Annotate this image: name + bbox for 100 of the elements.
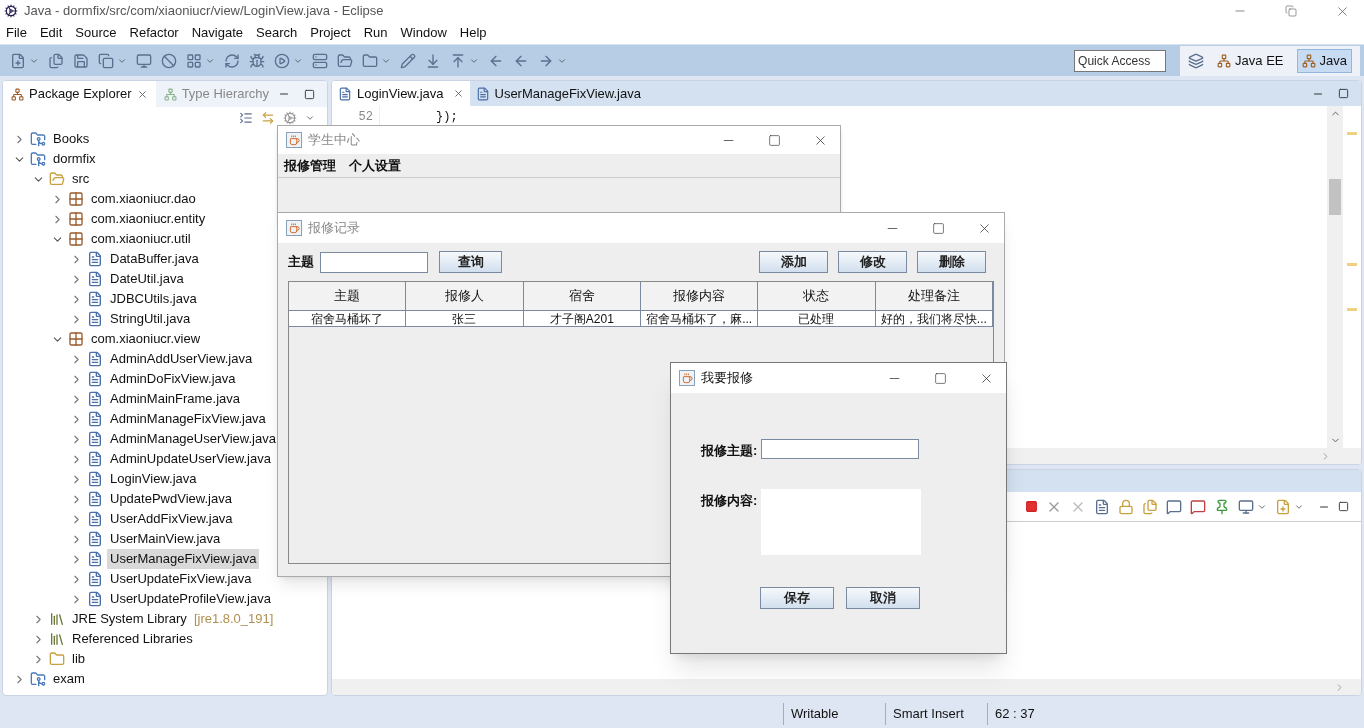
- open-folder-icon[interactable]: [337, 52, 353, 69]
- maximize-icon[interactable]: [934, 371, 947, 385]
- table-cell[interactable]: 好的，我们将尽快...: [875, 311, 993, 327]
- menu-item[interactable]: 报修管理: [284, 155, 336, 176]
- tree-item[interactable]: AdminDoFixView.java: [107, 369, 239, 389]
- tree-item[interactable]: lib: [69, 649, 88, 669]
- java-file-icon: [87, 531, 103, 547]
- tree-item[interactable]: JRE System Library: [69, 609, 190, 629]
- maximize-icon[interactable]: [932, 221, 945, 235]
- editor-tab[interactable]: LoginView.java: [332, 81, 470, 106]
- table-cell[interactable]: 已处理: [758, 311, 876, 327]
- warning-marker[interactable]: [1347, 263, 1357, 266]
- menu-item[interactable]: Help: [459, 23, 487, 43]
- new-files-icon[interactable]: [48, 52, 64, 69]
- tree-item[interactable]: AdminAddUserView.java: [107, 349, 256, 369]
- menu-item[interactable]: Run: [363, 23, 388, 43]
- tree-item[interactable]: com.xiaoniucr.view: [88, 329, 204, 349]
- menu-item[interactable]: Project: [310, 23, 351, 43]
- tree-item[interactable]: AdminMainFrame.java: [107, 389, 244, 409]
- tree-item[interactable]: com.xiaoniucr.util: [88, 229, 194, 249]
- perspective-button[interactable]: Java: [1296, 48, 1352, 73]
- tree-item[interactable]: JDBCUtils.java: [107, 289, 200, 309]
- tree-item[interactable]: com.xiaoniucr.dao: [88, 189, 199, 209]
- menu-item[interactable]: Navigate: [191, 23, 243, 43]
- dialog-button[interactable]: 查询: [439, 251, 502, 273]
- debug-icon[interactable]: [249, 52, 265, 69]
- tree-item[interactable]: DateUtil.java: [107, 269, 187, 289]
- maximize-icon[interactable]: [768, 133, 781, 147]
- close-icon[interactable]: [136, 88, 148, 100]
- column-header[interactable]: 宿舍: [523, 282, 641, 311]
- dialog-button[interactable]: 保存: [760, 586, 834, 609]
- java-file-icon: [87, 391, 103, 407]
- tree-item[interactable]: Books: [50, 129, 93, 149]
- tree-item[interactable]: UserUpdateFixView.java: [107, 569, 255, 589]
- search-field[interactable]: [320, 251, 428, 273]
- perspective-button[interactable]: Java EE: [1212, 48, 1289, 73]
- tree-item[interactable]: UserUpdateProfileView.java: [107, 589, 274, 609]
- maximize-view-icon[interactable]: [304, 88, 315, 100]
- scroll-thumb[interactable]: [1329, 179, 1341, 215]
- tree-item[interactable]: AdminManageFixView.java: [107, 409, 269, 429]
- run-icon[interactable]: [274, 52, 290, 69]
- server-icon[interactable]: [312, 52, 328, 69]
- menu-item[interactable]: Refactor: [129, 23, 179, 43]
- menu-item[interactable]: Edit: [39, 23, 63, 43]
- tree-item[interactable]: StringUtil.java: [107, 309, 194, 329]
- tree-item[interactable]: exam: [50, 669, 88, 689]
- menu-item[interactable]: Window: [400, 23, 447, 43]
- close-icon[interactable]: [452, 88, 464, 99]
- tree-item[interactable]: AdminManageUserView.java: [107, 429, 279, 449]
- tree-item[interactable]: AdminUpdateUserView.java: [107, 449, 274, 469]
- tree-item[interactable]: DataBuffer.java: [107, 249, 202, 269]
- folder-icon[interactable]: [362, 52, 378, 69]
- monitor-icon[interactable]: [136, 52, 152, 69]
- menu-item[interactable]: File: [6, 23, 27, 43]
- tree-item[interactable]: UpdatePwdView.java: [107, 489, 235, 509]
- menu-item[interactable]: Search: [256, 23, 298, 43]
- save-icon[interactable]: [73, 52, 89, 69]
- tree-item[interactable]: src: [69, 169, 93, 189]
- dialog-button[interactable]: 删除: [917, 251, 986, 273]
- dialog-button[interactable]: 添加: [759, 251, 828, 273]
- view-tab[interactable]: Package Explorer: [3, 81, 156, 107]
- tree-item[interactable]: Referenced Libraries: [69, 629, 196, 649]
- refresh-icon[interactable]: [224, 52, 240, 69]
- editor-tab[interactable]: UserManageFixView.java: [469, 81, 647, 106]
- arrow-up-icon[interactable]: [450, 52, 466, 69]
- menu-item[interactable]: 个人设置: [349, 155, 401, 176]
- table-cell[interactable]: 宿舍马桶坏了，麻...: [641, 311, 759, 327]
- menu-item[interactable]: Source: [75, 23, 117, 43]
- tree-item[interactable]: com.xiaoniucr.entity: [88, 209, 209, 229]
- warning-marker[interactable]: [1347, 308, 1357, 311]
- tree-item[interactable]: UserManageFixView.java: [107, 549, 260, 569]
- table-cell[interactable]: 张三: [406, 311, 524, 327]
- save-all-icon[interactable]: [98, 52, 114, 69]
- dialog-button[interactable]: 取消: [846, 586, 920, 609]
- tree-item[interactable]: UserAddFixView.java: [107, 509, 236, 529]
- tree-item[interactable]: LoginView.java: [107, 469, 200, 489]
- arrow-down-icon[interactable]: [425, 52, 441, 69]
- table-cell[interactable]: 宿舍马桶坏了: [289, 311, 407, 327]
- tree-item[interactable]: UserMainView.java: [107, 529, 224, 549]
- scroll-lock-icon[interactable]: [1118, 498, 1134, 515]
- grid-icon[interactable]: [186, 52, 202, 69]
- stop-icon[interactable]: [1025, 500, 1038, 513]
- quick-access-field[interactable]: Quick Access: [1074, 49, 1167, 72]
- table-cell[interactable]: 才子阁A201: [523, 311, 641, 327]
- column-header[interactable]: 状态: [758, 282, 876, 311]
- restore-icon[interactable]: [1285, 5, 1297, 17]
- view-menu-icon[interactable]: [305, 113, 315, 123]
- subject-field[interactable]: [761, 439, 919, 459]
- dialog-button[interactable]: 修改: [838, 251, 907, 273]
- maximize-view-icon[interactable]: [1338, 88, 1349, 99]
- new-file-icon[interactable]: [10, 52, 26, 69]
- tree-item[interactable]: dormfix: [50, 149, 99, 169]
- column-header[interactable]: 处理备注: [875, 282, 993, 311]
- column-header[interactable]: 报修人: [406, 282, 524, 311]
- warning-marker[interactable]: [1347, 132, 1357, 135]
- column-header[interactable]: 主题: [289, 282, 407, 311]
- maximize-view-icon[interactable]: [1338, 501, 1349, 512]
- pin-icon[interactable]: [1214, 498, 1230, 515]
- column-header[interactable]: 报修内容: [641, 282, 759, 311]
- pencil-icon[interactable]: [400, 52, 416, 69]
